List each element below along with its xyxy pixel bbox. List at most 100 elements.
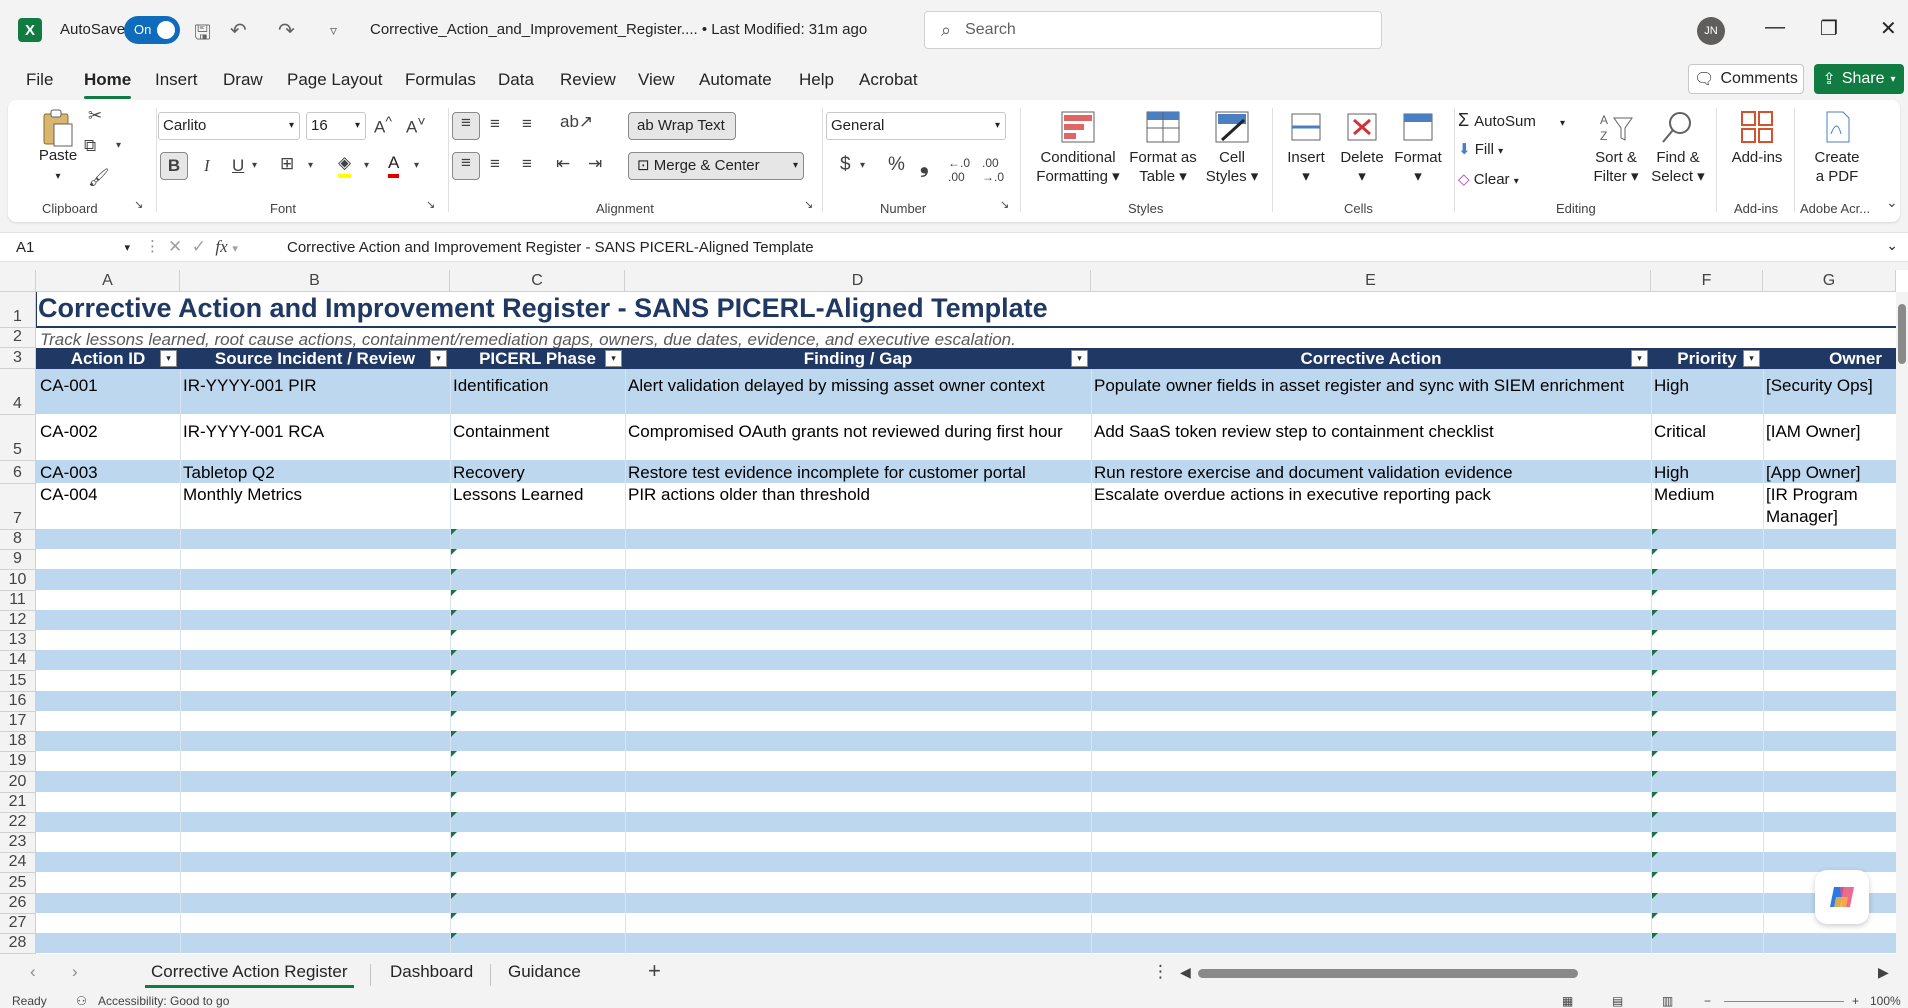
cell-f5[interactable]: Critical (1654, 421, 1762, 443)
font-color-icon[interactable]: A (388, 152, 400, 178)
currency-button[interactable]: $ (840, 154, 851, 176)
cell-e5[interactable]: Add SaaS token review step to containmen… (1094, 421, 1649, 443)
vertical-scrollbar[interactable] (1896, 292, 1908, 954)
increase-decimal-icon[interactable]: ←.0.00 (948, 156, 970, 184)
cell-a5[interactable]: CA-002 (40, 421, 178, 443)
filter-dropdown-icon[interactable]: ▾ (160, 350, 177, 367)
header-corrective-action[interactable]: Corrective Action (1091, 348, 1651, 369)
cell-c6[interactable]: Recovery (453, 462, 623, 484)
header-finding-gap[interactable]: Finding / Gap (625, 348, 1091, 369)
cell-a7[interactable]: CA-004 (40, 484, 178, 506)
more-options-icon[interactable]: ⋮ (1152, 962, 1169, 982)
insert-function-icon[interactable]: fx (215, 237, 227, 256)
merge-center-button[interactable]: ⊡ Merge & Center ▾ (628, 152, 804, 180)
document-title[interactable]: Corrective_Action_and_Improvement_Regist… (370, 21, 867, 38)
name-box[interactable]: A1 ▾ (10, 236, 134, 260)
row-header[interactable]: 11 (0, 590, 36, 611)
create-pdf-button[interactable]: Create a PDF (1800, 110, 1874, 186)
expand-formula-bar-icon[interactable]: ⌄ (1886, 237, 1898, 254)
cell-c5[interactable]: Containment (453, 421, 623, 443)
ribbon-collapse-icon[interactable]: ⌄ (1886, 194, 1898, 211)
cell-c7[interactable]: Lessons Learned (453, 484, 623, 506)
cell-a6[interactable]: CA-003 (40, 462, 178, 484)
increase-font-icon[interactable]: A^ (374, 114, 392, 138)
menu-insert[interactable]: Insert (155, 70, 198, 90)
cell-e6[interactable]: Run restore exercise and document valida… (1094, 462, 1649, 484)
row-header[interactable]: 10 (0, 570, 36, 591)
tab-guidance[interactable]: Guidance (508, 962, 581, 982)
row-header[interactable]: 14 (0, 651, 36, 672)
dialog-launcher-icon[interactable]: ↘ (1000, 198, 1009, 211)
minimize-icon[interactable]: — (1765, 16, 1785, 39)
cell-e7[interactable]: Escalate overdue actions in executive re… (1094, 484, 1649, 506)
increase-indent-icon[interactable]: ⇥ (588, 154, 602, 174)
delete-cells-button[interactable]: Delete ▾ (1334, 110, 1390, 186)
dialog-launcher-icon[interactable]: ↘ (134, 198, 143, 211)
align-right-icon[interactable]: ≡ (522, 154, 532, 174)
cell-e4[interactable]: Populate owner fields in asset register … (1094, 375, 1649, 397)
add-sheet-icon[interactable]: + (648, 958, 661, 984)
format-painter-icon[interactable]: 🖌 (88, 168, 110, 188)
underline-button[interactable]: U (232, 156, 244, 176)
copilot-button[interactable] (1815, 870, 1869, 924)
conditional-formatting-button[interactable]: Conditional Formatting ▾ (1030, 110, 1126, 186)
row-header[interactable]: 5 (0, 415, 36, 461)
cell-d5[interactable]: Compromised OAuth grants not reviewed du… (628, 421, 1090, 443)
header-picerl-phase[interactable]: PICERL Phase (450, 348, 625, 369)
number-format-select[interactable]: General ▾ (826, 112, 1006, 140)
align-top-icon[interactable]: ≡ (452, 112, 480, 140)
row-header[interactable]: 25 (0, 873, 36, 894)
normal-view-icon[interactable]: ▦ (1562, 994, 1573, 1008)
menu-review[interactable]: Review (560, 70, 616, 90)
dialog-launcher-icon[interactable]: ↘ (804, 198, 813, 211)
tab-corrective-action-register[interactable]: Corrective Action Register (145, 962, 354, 988)
cut-icon[interactable]: ✂ (88, 106, 102, 126)
bold-button[interactable]: B (160, 152, 188, 180)
row-header[interactable]: 19 (0, 752, 36, 773)
row-header[interactable]: 27 (0, 913, 36, 934)
zoom-level[interactable]: 100% (1870, 994, 1901, 1008)
row-header[interactable]: 4 (0, 369, 36, 415)
row-header[interactable]: 7 (0, 484, 36, 530)
percent-button[interactable]: % (888, 154, 905, 176)
row-header[interactable]: 3 (0, 348, 36, 369)
cell-d7[interactable]: PIR actions older than threshold (628, 484, 1090, 506)
zoom-out-icon[interactable]: − (1704, 994, 1711, 1008)
chevron-down-icon[interactable]: ▾ (308, 160, 313, 171)
align-middle-icon[interactable]: ≡ (490, 114, 500, 134)
menu-draw[interactable]: Draw (223, 70, 263, 90)
customize-toolbar-icon[interactable]: ▿ (330, 22, 337, 39)
scroll-left-icon[interactable]: ◀ (1180, 964, 1191, 981)
cell-g7[interactable]: [IR Program Manager] (1766, 484, 1891, 528)
cell-g6[interactable]: [App Owner] (1766, 462, 1896, 484)
decrease-decimal-icon[interactable]: .00 →.0 (982, 156, 1004, 184)
align-left-icon[interactable]: ≡ (452, 152, 480, 180)
share-button[interactable]: ⇪ Share ▾ (1814, 64, 1904, 94)
column-header-c[interactable]: C (450, 270, 625, 292)
more-options-icon[interactable]: ⋮ (145, 237, 160, 255)
cell-a4[interactable]: CA-001 (40, 375, 178, 397)
fill-color-icon[interactable]: ◈ (338, 152, 352, 178)
search-input[interactable]: ⌕ Search (924, 11, 1382, 49)
filter-dropdown-icon[interactable]: ▾ (605, 350, 622, 367)
row-header[interactable]: 17 (0, 711, 36, 732)
insert-cells-button[interactable]: Insert ▾ (1278, 110, 1334, 186)
cell-c4[interactable]: Identification (453, 375, 623, 397)
zoom-slider[interactable] (1724, 1001, 1844, 1002)
column-header-f[interactable]: F (1651, 270, 1763, 292)
column-header-g[interactable]: G (1763, 270, 1896, 292)
tab-scroll-left-icon[interactable]: ‹ (30, 962, 36, 982)
cell-f7[interactable]: Medium (1654, 484, 1762, 506)
cell-b7[interactable]: Monthly Metrics (183, 484, 448, 506)
cell-b4[interactable]: IR-YYYY-001 PIR (183, 375, 448, 397)
menu-data[interactable]: Data (498, 70, 534, 90)
tab-scroll-right-icon[interactable]: › (72, 962, 78, 982)
menu-view[interactable]: View (638, 70, 675, 90)
cancel-icon[interactable]: ✕ (168, 237, 182, 256)
row-header[interactable]: 18 (0, 732, 36, 753)
wrap-text-button[interactable]: ab Wrap Text (628, 112, 736, 140)
copy-dropdown-icon[interactable]: ▾ (116, 140, 121, 151)
column-header-b[interactable]: B (180, 270, 450, 292)
chevron-down-icon[interactable]: ▾ (252, 160, 257, 171)
header-action-id[interactable]: Action ID (36, 348, 180, 369)
